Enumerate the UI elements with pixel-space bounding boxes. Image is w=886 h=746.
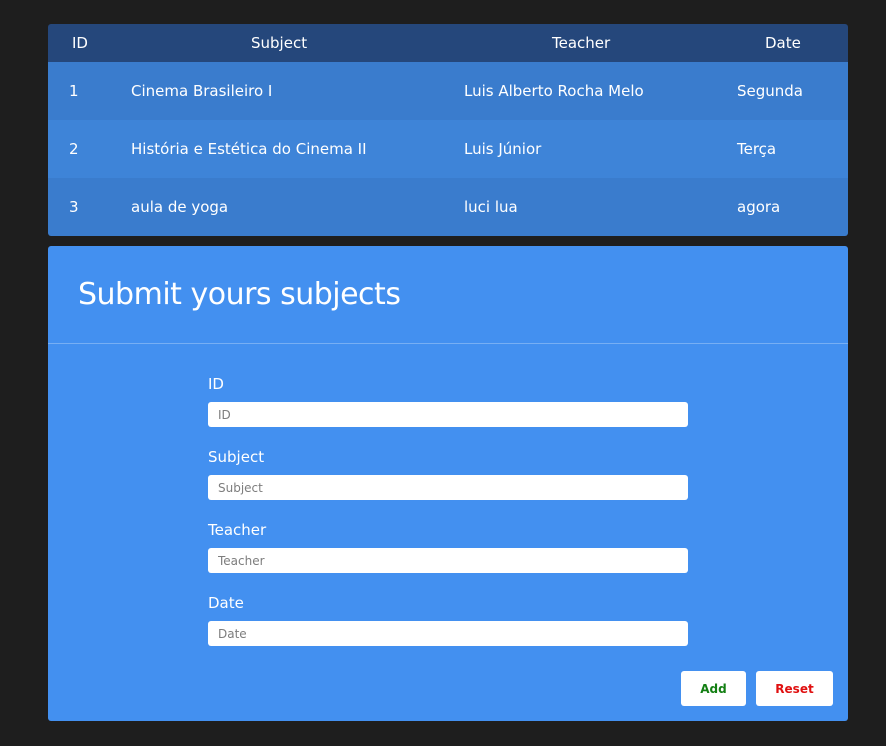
teacher-input[interactable] xyxy=(208,548,688,573)
table-row: 3 aula de yoga luci lua agora xyxy=(48,178,848,236)
cell-id: 2 xyxy=(69,140,79,158)
cell-id: 1 xyxy=(69,82,79,100)
cell-subject: Cinema Brasileiro I xyxy=(131,82,273,100)
cell-date: Segunda xyxy=(737,82,803,100)
reset-button[interactable]: Reset xyxy=(756,671,833,706)
cell-subject: História e Estética do Cinema II xyxy=(131,140,367,158)
id-input[interactable] xyxy=(208,402,688,427)
table-row: 1 Cinema Brasileiro I Luis Alberto Rocha… xyxy=(48,62,848,120)
cell-date: agora xyxy=(737,198,781,216)
add-button[interactable]: Add xyxy=(681,671,746,706)
cell-id: 3 xyxy=(69,198,79,216)
cell-subject: aula de yoga xyxy=(131,198,229,216)
header-date: Date xyxy=(765,34,801,52)
header-id: ID xyxy=(72,34,88,52)
teacher-label: Teacher xyxy=(208,521,267,539)
subjects-table: ID Subject Teacher Date 1 Cinema Brasile… xyxy=(48,24,848,236)
subject-label: Subject xyxy=(208,448,265,466)
cell-teacher: luci lua xyxy=(464,198,518,216)
id-label: ID xyxy=(208,375,224,393)
cell-teacher: Luis Júnior xyxy=(464,140,542,158)
cell-date: Terça xyxy=(737,140,777,158)
submit-subject-form: Submit yours subjects ID Subject Teacher… xyxy=(48,246,848,721)
header-subject: Subject xyxy=(251,34,308,52)
table-row: 2 História e Estética do Cinema II Luis … xyxy=(48,120,848,178)
form-title: Submit yours subjects xyxy=(78,277,401,312)
date-input[interactable] xyxy=(208,621,688,646)
form-divider xyxy=(48,343,848,344)
header-teacher: Teacher xyxy=(552,34,611,52)
cell-teacher: Luis Alberto Rocha Melo xyxy=(464,82,644,100)
table-header: ID Subject Teacher Date xyxy=(48,24,848,62)
subject-input[interactable] xyxy=(208,475,688,500)
date-label: Date xyxy=(208,594,244,612)
